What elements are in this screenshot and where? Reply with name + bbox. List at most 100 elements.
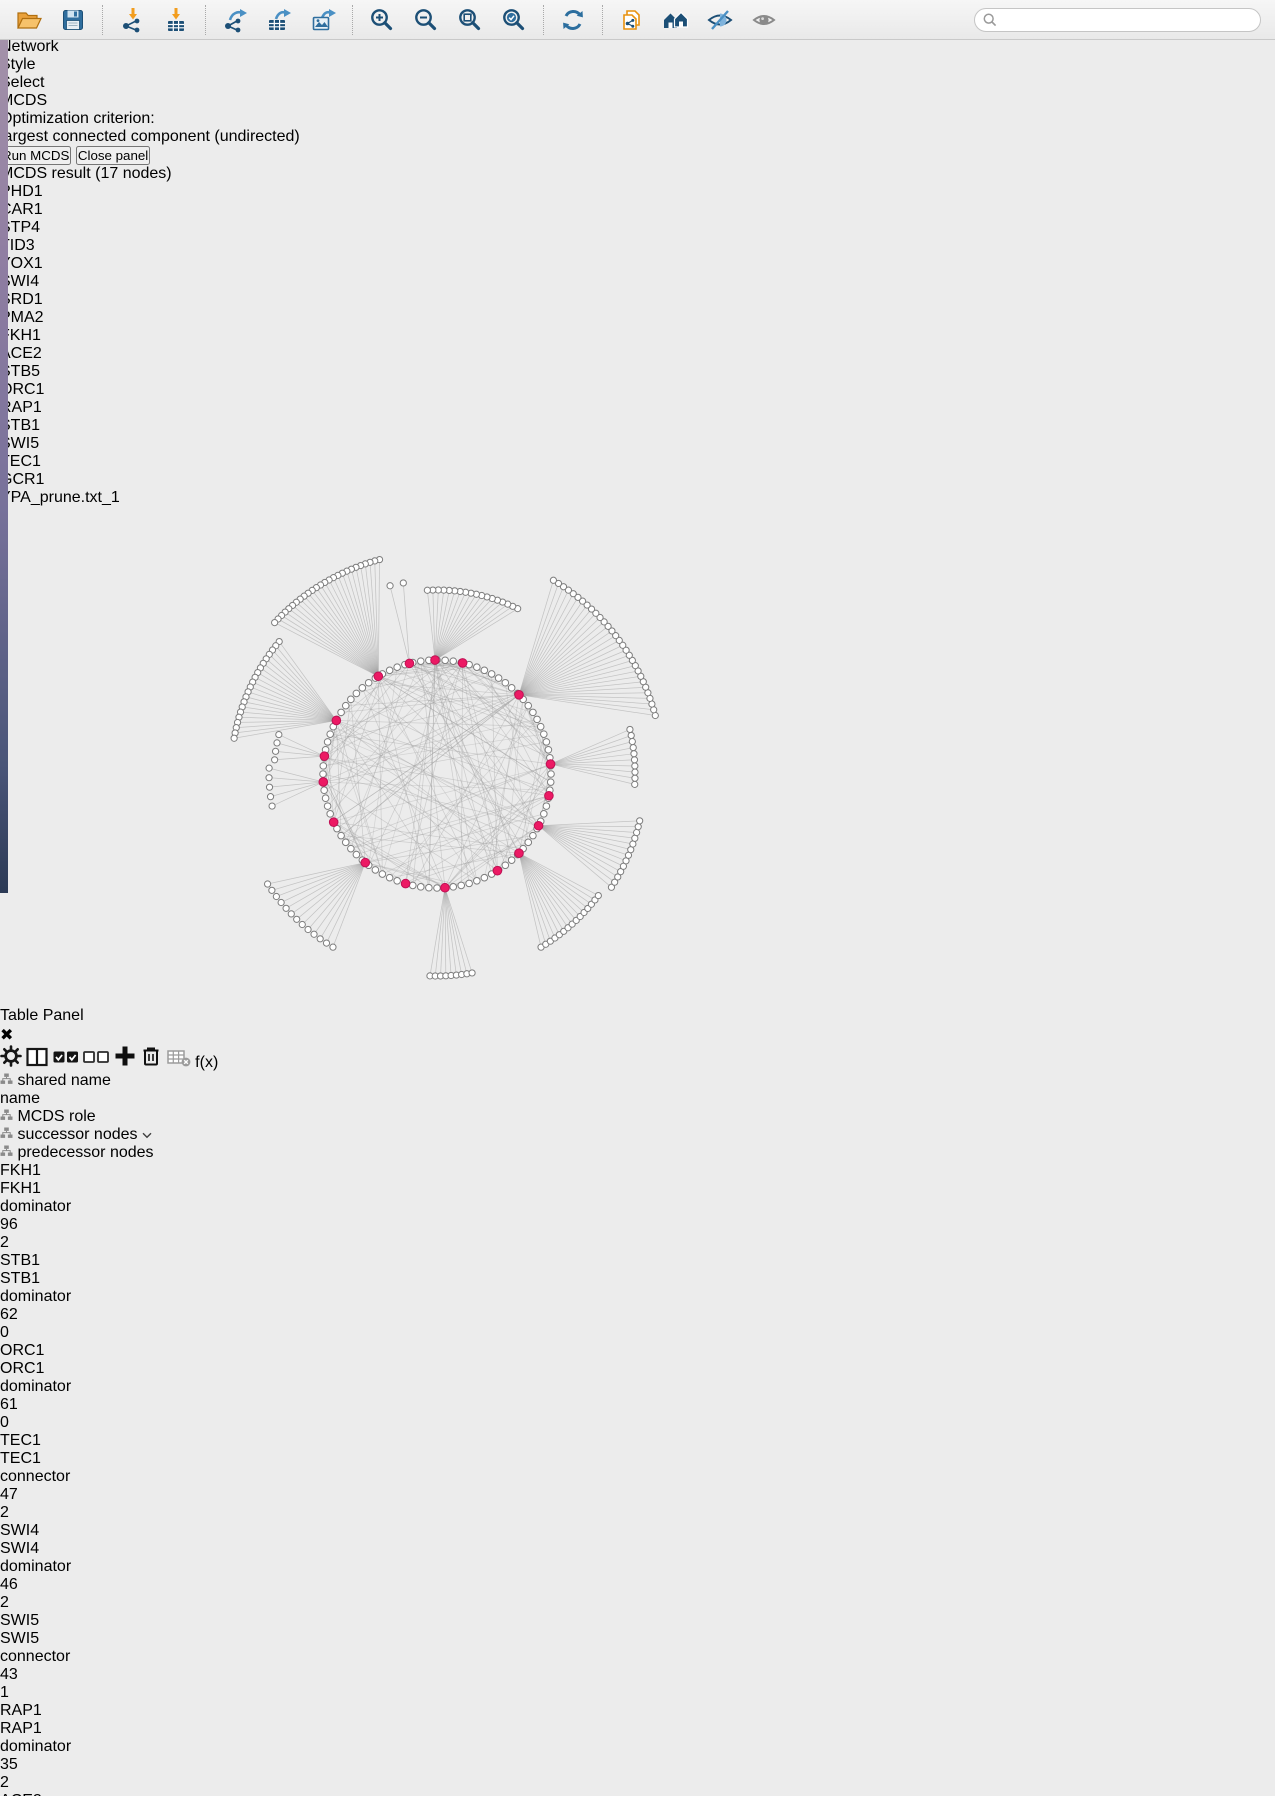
network-node[interactable] [320, 771, 327, 778]
mcds-node[interactable] [493, 866, 502, 875]
tab-select[interactable]: Select [0, 74, 1275, 92]
network-node[interactable] [353, 690, 360, 697]
network-leaf-node[interactable] [305, 926, 311, 932]
table-row[interactable]: STB1STB1dominator620 [0, 1252, 1275, 1342]
network-node[interactable] [474, 878, 481, 885]
network-leaf-node[interactable] [317, 936, 323, 942]
network-leaf-node[interactable] [274, 740, 280, 746]
network-node[interactable] [394, 664, 401, 671]
network-titlebar[interactable]: YPA_prune.txt_1 [0, 489, 1275, 507]
network-node[interactable] [543, 739, 550, 746]
export-network-button[interactable] [221, 6, 249, 34]
table-settings-button[interactable] [0, 1054, 26, 1071]
mcds-result-item[interactable]: RAP1 [0, 399, 1275, 417]
network-leaf-node[interactable] [634, 829, 640, 835]
network-node[interactable] [409, 882, 416, 889]
network-leaf-node[interactable] [330, 944, 336, 950]
mcds-result-item[interactable]: FKH1 [0, 327, 1275, 345]
network-node[interactable] [547, 779, 554, 786]
network-leaf-node[interactable] [266, 784, 272, 790]
network-node[interactable] [394, 878, 401, 885]
column-header-shared-name[interactable]: shared name [0, 1072, 1275, 1090]
network-leaf-node[interactable] [283, 905, 289, 911]
network-leaf-node[interactable] [264, 881, 270, 887]
network-leaf-node[interactable] [266, 765, 272, 771]
network-node[interactable] [342, 839, 349, 846]
mcds-result-item[interactable]: TEC1 [0, 453, 1275, 471]
run-mcds-button[interactable]: Run MCDS [0, 146, 71, 165]
mcds-result-item[interactable]: SRD1 [0, 291, 1275, 309]
zoom-out-button[interactable] [412, 6, 440, 34]
network-node[interactable] [353, 851, 360, 858]
network-node[interactable] [365, 679, 372, 686]
network-leaf-node[interactable] [323, 940, 329, 946]
network-node[interactable] [320, 763, 327, 770]
unselect-all-columns-button[interactable] [83, 1054, 113, 1071]
open-button[interactable] [15, 6, 43, 34]
table-row[interactable]: SWI4SWI4dominator462 [0, 1522, 1275, 1612]
network-node[interactable] [474, 664, 481, 671]
network-node[interactable] [534, 716, 541, 723]
mcds-node[interactable] [458, 659, 467, 668]
network-node[interactable] [417, 658, 424, 665]
column-header-mcds-role[interactable]: MCDS role [0, 1108, 1275, 1126]
network-node[interactable] [327, 811, 334, 818]
mcds-result-item[interactable]: STB5 [0, 363, 1275, 381]
mcds-node[interactable] [515, 691, 524, 700]
mcds-node[interactable] [329, 818, 338, 827]
network-node[interactable] [348, 696, 355, 703]
network-node[interactable] [541, 731, 548, 738]
network-leaf-node[interactable] [632, 763, 638, 769]
network-node[interactable] [481, 667, 488, 674]
close-panel-button-mcds[interactable]: Close panel [76, 146, 150, 165]
network-leaf-node[interactable] [550, 577, 556, 583]
tab-network[interactable]: Network [0, 38, 1275, 56]
select-all-columns-button[interactable] [53, 1054, 83, 1071]
tab-mcds[interactable]: MCDS [0, 92, 1275, 110]
network-node[interactable] [379, 871, 386, 878]
mcds-result-item[interactable]: STB1 [0, 417, 1275, 435]
network-node[interactable] [342, 702, 349, 709]
network-leaf-node[interactable] [631, 751, 637, 757]
network-leaf-node[interactable] [632, 775, 638, 781]
home-button[interactable] [662, 6, 690, 34]
network-node[interactable] [541, 811, 548, 818]
network-node[interactable] [324, 739, 331, 746]
hide-button[interactable] [706, 6, 734, 34]
column-header-predecessor-nodes[interactable]: predecessor nodes [0, 1144, 1275, 1162]
mcds-node[interactable] [405, 659, 414, 668]
network-node[interactable] [458, 882, 465, 889]
network-node[interactable] [525, 839, 532, 846]
network-node[interactable] [543, 803, 550, 810]
network-leaf-node[interactable] [299, 921, 305, 927]
import-network-button[interactable] [118, 6, 146, 34]
table-row[interactable]: FKH1FKH1dominator962 [0, 1162, 1275, 1252]
network-leaf-node[interactable] [628, 732, 634, 738]
mcds-node[interactable] [534, 821, 543, 830]
network-leaf-node[interactable] [387, 583, 393, 589]
show-button[interactable] [750, 6, 778, 34]
network-node[interactable] [481, 874, 488, 881]
column-header-successor-nodes[interactable]: successor nodes [0, 1126, 1275, 1144]
network-node[interactable] [324, 803, 331, 810]
network-node[interactable] [508, 685, 515, 692]
table-row[interactable]: ACE2ACE2connector311 [0, 1792, 1275, 1796]
mcds-result-item[interactable]: YOX1 [0, 255, 1275, 273]
network-node[interactable] [450, 658, 457, 665]
network-node[interactable] [545, 746, 552, 753]
save-button[interactable] [59, 6, 87, 34]
network-node[interactable] [386, 667, 393, 674]
network-leaf-node[interactable] [272, 619, 278, 625]
network-leaf-node[interactable] [294, 916, 300, 922]
zoom-selected-button[interactable] [500, 6, 528, 34]
network-leaf-node[interactable] [288, 911, 294, 917]
network-leaf-node[interactable] [652, 712, 658, 718]
table-row[interactable]: RAP1RAP1dominator352 [0, 1702, 1275, 1792]
network-node[interactable] [525, 702, 532, 709]
mcds-result-item[interactable]: TID3 [0, 237, 1275, 255]
network-leaf-node[interactable] [631, 757, 637, 763]
network-node[interactable] [495, 675, 502, 682]
table-row[interactable]: ORC1ORC1dominator610 [0, 1342, 1275, 1432]
tab-style[interactable]: Style [0, 56, 1275, 74]
network-leaf-node[interactable] [632, 769, 638, 775]
